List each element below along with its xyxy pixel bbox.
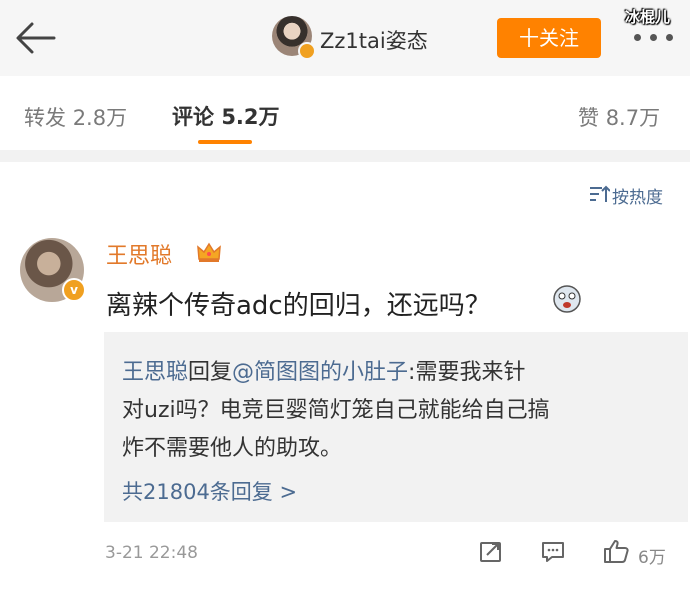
comment-text: 离辣个传奇adc的回归，还远吗？ [106, 291, 491, 321]
tab-like-label: 赞 [578, 106, 599, 130]
reply-line-1: 王思聪回复@简图图的小肚子:需要我来针 [122, 354, 525, 386]
tab-repost-count: 2.8万 [72, 106, 128, 130]
thumbs-up-icon[interactable] [602, 538, 630, 564]
watermark: 冰棍儿 [625, 8, 671, 26]
timestamp: 3-21 22:48 [105, 543, 198, 563]
more-dots-icon[interactable] [634, 34, 674, 44]
reply-line-2: 对uzi吗？电竞巨婴简灯笼自己就能给自己搞 [122, 398, 550, 423]
tab-like-count: 8.7万 [605, 106, 661, 130]
tab-like[interactable]: 赞 8.7万 [578, 102, 660, 132]
follow-button[interactable]: 十关注 [497, 18, 601, 58]
tab-comment-label: 评论 [172, 105, 214, 129]
active-tab-indicator [198, 140, 252, 144]
tab-repost[interactable]: 转发 2.8万 [24, 102, 127, 132]
verified-badge-icon [298, 42, 316, 60]
section-divider [0, 150, 690, 162]
reply-preview[interactable]: 王思聪回复@简图图的小肚子:需要我来针 对uzi吗？电竞巨婴简灯笼自己就能给自己… [104, 332, 688, 522]
sort-by-hot-button[interactable]: 按热度 [612, 183, 663, 208]
crown-icon [197, 242, 221, 262]
comment-username[interactable]: 王思聪 [106, 238, 172, 270]
reply-author[interactable]: 王思聪 [122, 360, 188, 385]
reply-icon[interactable] [540, 540, 566, 564]
reply-verb: 回复 [188, 360, 233, 385]
view-all-replies-link[interactable]: 共21804条回复 > [122, 476, 297, 506]
reply-mention[interactable]: @简图图的小肚子 [232, 360, 408, 385]
like-count: 6万 [638, 548, 666, 568]
emoji-icon [553, 285, 581, 313]
tab-repost-label: 转发 [24, 106, 66, 130]
tab-comment-count: 5.2万 [221, 105, 280, 129]
back-arrow-icon[interactable] [14, 20, 58, 56]
reply-text-1: :需要我来针 [408, 360, 526, 385]
tab-comment[interactable]: 评论 5.2万 [172, 101, 280, 131]
page-title[interactable]: Zz1tai姿态 [320, 25, 428, 55]
reply-line-3: 炸不需要他人的助攻。 [122, 436, 343, 461]
share-icon[interactable] [478, 540, 504, 564]
sort-icon[interactable] [588, 184, 610, 204]
verified-badge-icon: v [62, 278, 86, 302]
